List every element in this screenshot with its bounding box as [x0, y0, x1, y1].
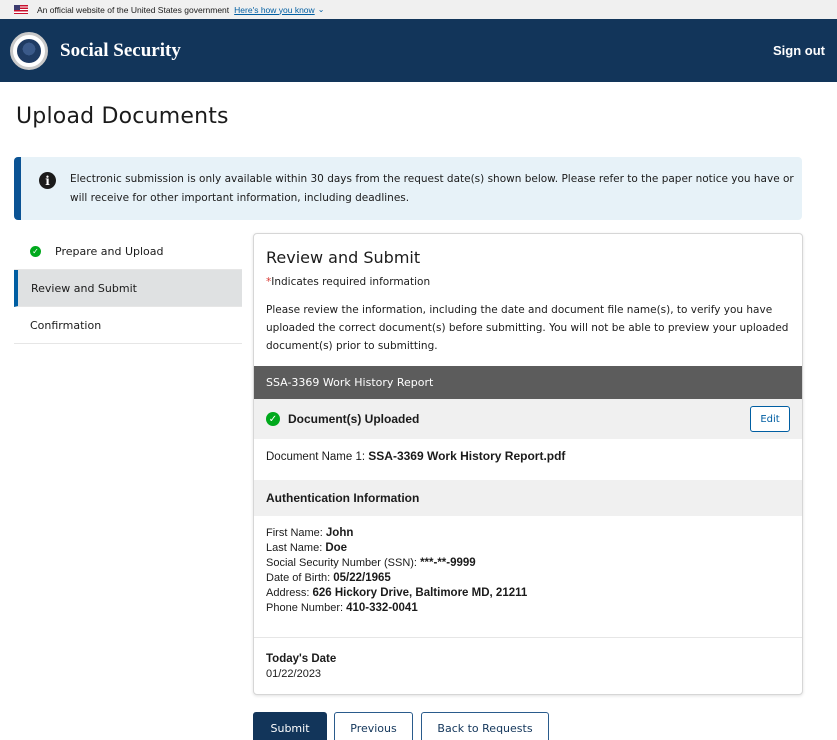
address-value: 626 Hickory Drive, Baltimore MD, 21211 [312, 587, 528, 599]
step-label: Review and Submit [31, 281, 137, 295]
document-name: Document Name 1: SSA-3369 Work History R… [266, 449, 565, 463]
uploaded-label: Document(s) Uploaded [288, 412, 420, 426]
document-name-value: SSA-3369 Work History Report.pdf [368, 449, 566, 463]
edit-button[interactable]: Edit [750, 406, 790, 432]
step-review-and-submit[interactable]: Review and Submit [14, 270, 242, 307]
step-confirmation: Confirmation [14, 307, 242, 344]
todays-date-value: 01/22/2023 [266, 668, 322, 680]
uploaded-row: ✓ Document(s) Uploaded Edit [254, 399, 802, 439]
brand-name: Social Security [60, 39, 181, 61]
ssn-label: Social Security Number (SSN): [266, 557, 417, 569]
document-name-label: Document Name 1: [266, 451, 366, 463]
review-card: Review and Submit *Indicates required in… [253, 233, 803, 695]
dob-value: 05/22/1965 [333, 572, 391, 584]
gov-banner-text: An official website of the United States… [37, 4, 230, 15]
document-section-header: SSA-3369 Work History Report [254, 366, 802, 399]
auth-header: Authentication Information [254, 480, 802, 516]
us-flag-icon [14, 5, 28, 14]
alert-text: Electronic submission is only available … [70, 173, 794, 204]
step-label: Confirmation [30, 318, 102, 332]
ssa-seal-logo [10, 31, 48, 70]
first-name-label: First Name: [266, 527, 323, 539]
todays-date: Today's Date 01/22/2023 [266, 652, 336, 682]
dob-label: Date of Birth: [266, 572, 331, 584]
submit-button[interactable]: Submit [253, 712, 327, 740]
step-prepare-and-upload[interactable]: ✓ Prepare and Upload [14, 233, 242, 270]
site-header: Social Security Sign out [0, 19, 837, 82]
last-name-value: Doe [325, 542, 348, 554]
step-label: Prepare and Upload [55, 244, 164, 258]
check-circle-icon: ✓ [266, 412, 280, 426]
first-name-value: John [325, 527, 354, 539]
phone-label: Phone Number: [266, 602, 344, 614]
info-alert: i Electronic submission is only availabl… [14, 157, 802, 220]
todays-date-label: Today's Date [266, 653, 337, 665]
page-title: Upload Documents [16, 104, 229, 129]
review-instructions: Please review the information, including… [266, 304, 789, 352]
chevron-down-icon[interactable]: ⌄ [318, 5, 325, 14]
review-title: Review and Submit [266, 248, 421, 267]
how-you-know-link[interactable]: Here's how you know [234, 5, 315, 15]
ssn-value: ***-**-9999 [420, 557, 476, 569]
phone-value: 410-332-0041 [346, 602, 418, 614]
address-label: Address: [266, 587, 310, 599]
brand[interactable]: Social Security [10, 31, 181, 70]
previous-button[interactable]: Previous [334, 712, 413, 740]
required-note: *Indicates required information [266, 276, 430, 288]
info-icon: i [39, 172, 56, 189]
divider [254, 637, 802, 638]
back-to-requests-button[interactable]: Back to Requests [421, 712, 549, 740]
auth-info: First Name: John Last Name: Doe Social S… [266, 526, 527, 616]
step-sidenav: ✓ Prepare and Upload Review and Submit C… [14, 233, 242, 344]
gov-banner: An official website of the United States… [0, 0, 837, 19]
sign-out-link[interactable]: Sign out [773, 43, 825, 58]
required-note-text: Indicates required information [271, 276, 431, 288]
last-name-label: Last Name: [266, 542, 323, 554]
check-circle-icon: ✓ [30, 245, 41, 257]
